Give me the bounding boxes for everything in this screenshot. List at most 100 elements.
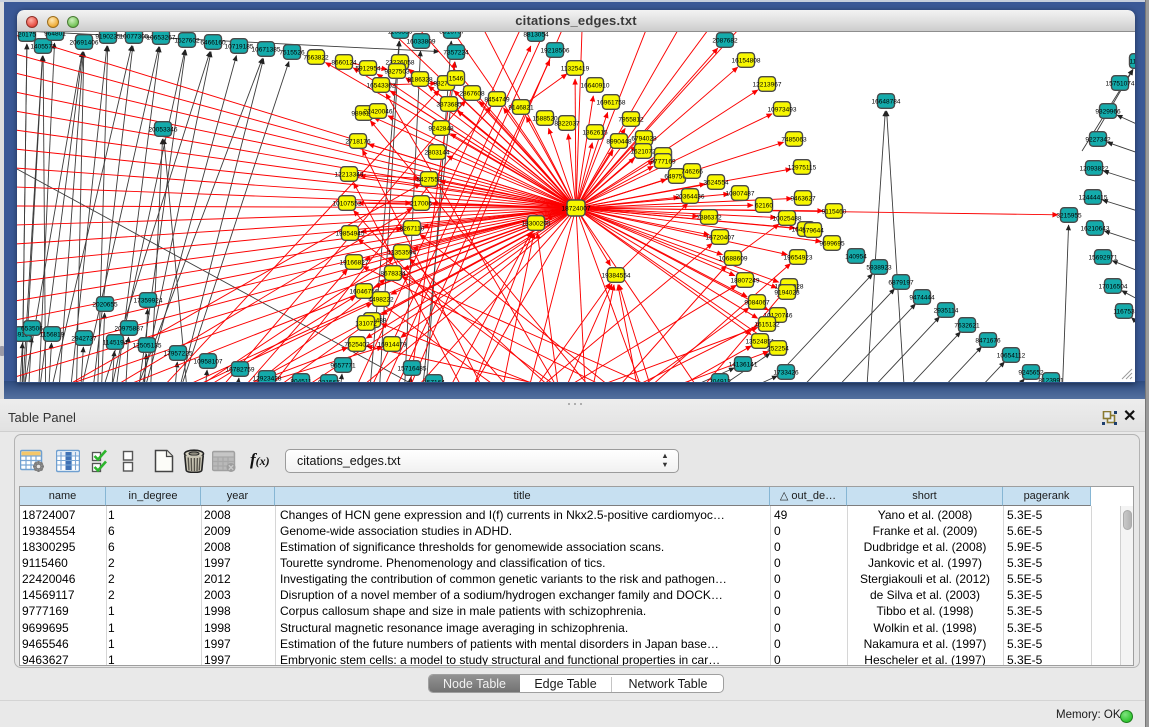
svg-text:19218506: 19218506 <box>541 47 570 54</box>
svg-text:16914479: 16914479 <box>378 341 407 348</box>
svg-text:16210643: 16210643 <box>1081 225 1110 232</box>
svg-text:7663822: 7663822 <box>303 54 329 61</box>
svg-text:7632621: 7632621 <box>954 322 980 329</box>
svg-text:16543362: 16543362 <box>367 82 396 89</box>
svg-text:16782759: 16782759 <box>226 366 255 373</box>
svg-text:7386372: 7386372 <box>696 214 722 221</box>
svg-text:1733426: 1733426 <box>773 369 799 376</box>
svg-text:8990448: 8990448 <box>606 138 632 145</box>
svg-text:10654112: 10654112 <box>997 352 1026 359</box>
svg-text:1621072: 1621072 <box>630 148 656 155</box>
svg-text:10958107: 10958107 <box>194 358 223 365</box>
svg-text:8186328: 8186328 <box>407 76 433 83</box>
svg-text:9657771: 9657771 <box>330 362 356 369</box>
svg-text:1405572: 1405572 <box>30 43 56 50</box>
svg-text:7357224: 7357224 <box>443 49 469 56</box>
svg-text:16961758: 16961758 <box>597 99 626 106</box>
svg-text:5912954: 5912954 <box>355 65 381 72</box>
svg-text:579644: 579644 <box>802 227 824 234</box>
svg-text:1145194: 1145194 <box>103 339 128 346</box>
svg-text:16154808: 16154808 <box>732 57 761 64</box>
svg-text:9190235: 9190235 <box>95 33 121 40</box>
svg-text:2935114: 2935114 <box>934 307 959 314</box>
svg-text:10973493: 10973493 <box>768 106 797 113</box>
svg-text:2867608: 2867608 <box>459 90 485 97</box>
svg-text:1156819: 1156819 <box>40 331 65 338</box>
svg-text:11120: 11120 <box>1129 58 1135 65</box>
svg-text:2942737: 2942737 <box>71 335 97 342</box>
svg-text:9463627: 9463627 <box>790 195 816 202</box>
svg-text:10653267: 10653267 <box>147 34 176 41</box>
svg-text:931567: 931567 <box>318 379 340 382</box>
svg-text:10671385: 10671385 <box>252 46 281 53</box>
svg-text:18807249: 18807249 <box>731 277 760 284</box>
svg-text:1546: 1546 <box>449 75 464 82</box>
svg-text:18300295: 18300295 <box>522 220 551 227</box>
svg-text:19654923: 19654923 <box>784 254 813 261</box>
svg-text:140954: 140954 <box>845 253 867 260</box>
svg-text:10107552: 10107552 <box>333 200 362 207</box>
svg-text:8427552: 8427552 <box>416 176 442 183</box>
svg-text:9146821: 9146821 <box>508 104 534 111</box>
svg-text:217006: 217006 <box>410 200 432 207</box>
svg-text:20175: 20175 <box>18 32 36 38</box>
svg-text:8123991: 8123991 <box>1038 377 1064 382</box>
svg-text:8678334: 8678334 <box>380 270 406 277</box>
svg-text:9227342: 9227342 <box>1085 136 1111 143</box>
svg-text:2803144: 2803144 <box>424 149 450 156</box>
svg-text:20691406: 20691406 <box>70 39 99 46</box>
svg-text:7515526: 7515526 <box>279 49 305 56</box>
svg-text:7485063: 7485063 <box>781 136 807 143</box>
svg-text:9115460: 9115460 <box>822 208 847 215</box>
svg-text:8322037: 8322037 <box>554 120 580 127</box>
svg-text:5938923: 5938923 <box>866 264 892 271</box>
svg-text:4498222: 4498222 <box>368 296 394 303</box>
svg-text:16648784: 16648784 <box>872 98 901 105</box>
svg-text:157164: 157164 <box>423 379 445 382</box>
svg-text:1615132: 1615132 <box>754 321 780 328</box>
svg-text:804511: 804511 <box>290 378 312 382</box>
svg-text:7625402: 7625402 <box>344 341 370 348</box>
svg-text:17359924: 17359924 <box>134 297 163 304</box>
svg-text:9084067: 9084067 <box>744 299 770 306</box>
svg-text:10688609: 10688609 <box>719 255 748 262</box>
svg-text:6466160: 6466160 <box>200 39 226 46</box>
svg-text:62160: 62160 <box>755 202 773 209</box>
svg-text:18724007: 18724007 <box>562 205 591 212</box>
svg-text:2718176: 2718176 <box>345 138 371 145</box>
svg-text:7955812: 7955812 <box>618 116 644 123</box>
svg-text:2087682: 2087682 <box>712 37 738 44</box>
svg-text:17957225: 17957225 <box>164 350 193 357</box>
svg-text:14136141: 14136141 <box>729 361 758 368</box>
svg-text:964801: 964801 <box>44 32 66 37</box>
svg-text:131072: 131072 <box>355 320 377 327</box>
svg-text:9474444: 9474444 <box>909 294 935 301</box>
svg-text:3373685: 3373685 <box>436 101 462 108</box>
svg-text:8813054: 8813054 <box>523 32 549 38</box>
svg-text:12213967: 12213967 <box>753 81 782 88</box>
svg-text:9242848: 9242848 <box>428 125 454 132</box>
svg-text:11353594: 11353594 <box>388 249 417 256</box>
svg-text:19166827: 19166827 <box>340 259 369 266</box>
svg-text:9194023: 9194023 <box>774 289 800 296</box>
svg-text:3624554: 3624554 <box>703 179 729 186</box>
svg-text:2020655: 2020655 <box>92 301 118 308</box>
svg-text:20053346: 20053346 <box>149 126 178 133</box>
svg-text:746266: 746266 <box>681 168 703 175</box>
svg-text:19384554: 19384554 <box>602 272 631 279</box>
svg-text:15692971: 15692971 <box>1089 254 1118 261</box>
svg-text:252254: 252254 <box>767 345 789 352</box>
svg-text:12213349: 12213349 <box>335 171 364 178</box>
svg-text:8660124: 8660124 <box>331 59 357 66</box>
svg-text:204913: 204913 <box>709 378 731 382</box>
svg-text:12093822: 12093822 <box>1080 165 1109 172</box>
svg-text:15720407: 15720407 <box>706 234 735 241</box>
svg-text:8454749: 8454749 <box>484 96 510 103</box>
svg-text:16033809: 16033809 <box>407 38 436 45</box>
svg-text:1527602: 1527602 <box>174 37 200 44</box>
svg-text:1106533: 1106533 <box>388 32 413 35</box>
svg-text:20364436: 20364436 <box>676 193 705 200</box>
svg-text:12923428: 12923428 <box>253 375 282 382</box>
svg-text:20975887: 20975887 <box>115 325 144 332</box>
svg-text:12975115: 12975115 <box>788 164 817 171</box>
